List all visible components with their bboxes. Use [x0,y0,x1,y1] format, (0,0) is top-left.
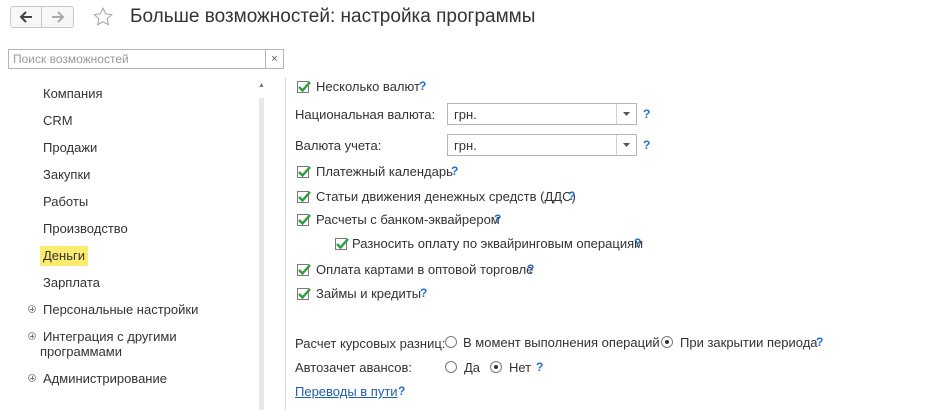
search-input[interactable] [9,50,263,68]
favorite-star-icon[interactable] [92,6,114,33]
acquiring-distribution-checkbox[interactable] [335,238,349,250]
advance-offset-radio-no[interactable] [490,361,502,373]
help-icon[interactable]: ? [634,236,641,250]
forward-button[interactable] [42,6,74,28]
checkmark-icon [298,81,311,93]
back-button[interactable] [10,6,42,28]
accounting-currency-label: Валюта учета: [295,138,382,153]
help-icon[interactable]: ? [643,138,650,152]
transfers-in-transit-link[interactable]: Переводы в пути [295,384,398,399]
sidebar-group-label: Интеграция с другими программами [40,329,177,359]
search-box: × [8,49,284,69]
wholesale-card-payment-checkbox[interactable] [297,264,311,276]
panel-divider [285,78,286,410]
checkmark-icon [336,238,349,250]
sidebar-item-works[interactable]: Работы [43,194,88,209]
advance-offset-radio-yes[interactable] [445,361,457,373]
help-icon[interactable]: ? [451,164,458,178]
national-currency-value: грн. [454,107,477,122]
help-icon[interactable]: ? [816,335,823,349]
loans-credits-checkbox[interactable] [297,288,311,300]
expand-plus-icon[interactable] [28,332,36,340]
help-icon[interactable]: ? [527,262,534,276]
wholesale-card-payment-label: Оплата картами в оптовой торговле [316,262,534,277]
accounting-currency-value: грн. [454,138,477,153]
expand-plus-icon[interactable] [28,374,36,382]
cash-flow-items-checkbox[interactable] [297,191,311,203]
sidebar-group-label: Администрирование [43,371,167,386]
chevron-down-icon [623,143,630,147]
sidebar-item-production[interactable]: Производство [43,221,128,236]
loans-credits-label: Займы и кредиты [316,286,422,301]
help-icon[interactable]: ? [494,212,501,226]
sidebar-group-integration[interactable]: Интеграция с другими программами [28,329,220,359]
checkmark-icon [298,166,311,178]
sidebar-item-sales[interactable]: Продажи [43,140,97,155]
acquiring-bank-label: Расчеты с банком-эквайрером [316,212,500,227]
chevron-down-icon [623,112,630,116]
clear-search-button[interactable]: × [265,50,283,68]
expand-plus-icon[interactable] [28,305,36,313]
sidebar-group-admin[interactable]: Администрирование [28,371,167,386]
exchange-diff-radio-on-operation[interactable] [445,336,457,348]
sidebar-item-purchases[interactable]: Закупки [43,167,90,182]
scroll-thumb[interactable] [259,98,264,410]
checkmark-icon [298,214,311,226]
advance-offset-option-label: Да [464,360,481,375]
multi-currency-label: Несколько валют [316,79,420,94]
dropdown-button[interactable] [616,135,636,155]
help-icon[interactable]: ? [568,189,575,203]
exchange-diff-option-label: При закрытии периода [680,335,818,350]
national-currency-select[interactable]: грн. [447,103,637,125]
national-currency-label: Национальная валюта: [295,107,436,122]
checkmark-icon [298,191,311,203]
scroll-up-arrow-icon[interactable]: ▲ [257,82,266,89]
exchange-diff-label: Расчет курсовых разниц: [295,336,446,351]
help-icon[interactable]: ? [419,79,426,93]
help-icon[interactable]: ? [536,360,543,374]
sidebar-item-salary[interactable]: Зарплата [43,275,100,290]
checkmark-icon [298,264,311,276]
sidebar-group-personal[interactable]: Персональные настройки [28,302,198,317]
acquiring-distribution-label: Разносить оплату по эквайринговым операц… [352,236,644,251]
acquiring-bank-checkbox[interactable] [297,214,311,226]
sidebar-item-money[interactable]: Деньги [40,246,88,266]
arrow-right-icon [51,11,64,23]
cash-flow-items-label: Статьи движения денежных средств (ДДС) [316,189,576,204]
page-title: Больше возможностей: настройка программы [130,6,536,27]
payment-calendar-checkbox[interactable] [297,166,311,178]
sidebar-item-crm[interactable]: CRM [43,113,73,128]
sidebar-scrollbar[interactable]: ▲ [257,78,266,410]
sidebar-item-company[interactable]: Компания [43,86,103,101]
advance-offset-option-label: Нет [509,360,532,375]
payment-calendar-label: Платежный календарь [316,164,453,179]
advance-offset-label: Автозачет авансов: [295,360,413,375]
dropdown-button[interactable] [616,104,636,124]
sidebar-group-label: Персональные настройки [43,302,199,317]
exchange-diff-radio-on-period-close[interactable] [661,336,673,348]
accounting-currency-select[interactable]: грн. [447,134,637,156]
exchange-diff-option-label: В момент выполнения операций [463,335,660,350]
multi-currency-checkbox[interactable] [297,81,311,93]
help-icon[interactable]: ? [398,384,405,398]
checkmark-icon [298,288,311,300]
arrow-left-icon [19,11,32,23]
help-icon[interactable]: ? [420,286,427,300]
help-icon[interactable]: ? [643,107,650,121]
